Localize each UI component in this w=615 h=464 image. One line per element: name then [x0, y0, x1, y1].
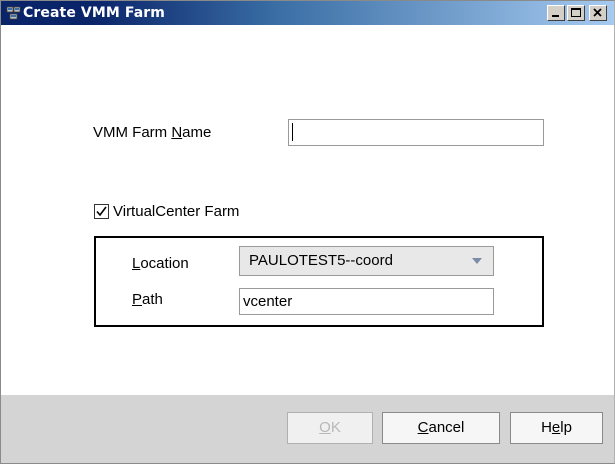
- location-label: Location: [132, 255, 189, 272]
- virtualcenter-checkbox[interactable]: [94, 204, 109, 219]
- title-bar[interactable]: Create VMM Farm: [1, 1, 614, 25]
- farm-name-label: VMM Farm Name: [93, 124, 212, 141]
- help-button[interactable]: Help: [510, 412, 603, 444]
- minimize-button[interactable]: [547, 5, 565, 21]
- minimize-icon: [552, 15, 559, 17]
- maximize-button[interactable]: [567, 5, 585, 21]
- cancel-button[interactable]: Cancel: [382, 412, 500, 444]
- virtualcenter-label: VirtualCenter Farm: [113, 203, 240, 220]
- ok-button[interactable]: OK: [287, 412, 373, 444]
- location-value: PAULOTEST5--coord: [249, 252, 393, 269]
- path-label: Path: [132, 291, 163, 308]
- maximize-icon: [571, 8, 581, 17]
- window-title: Create VMM Farm: [23, 5, 165, 21]
- location-dropdown[interactable]: PAULOTEST5--coord: [239, 246, 494, 276]
- farm-name-input[interactable]: [288, 119, 544, 146]
- text-caret: [292, 123, 293, 141]
- close-icon: [593, 8, 602, 17]
- create-vmm-farm-window: Create VMM Farm VMM Farm Name VirtualCen…: [0, 0, 615, 464]
- checkmark-icon: [96, 206, 107, 217]
- path-input[interactable]: vcenter: [239, 288, 494, 315]
- close-button[interactable]: [589, 5, 607, 21]
- chevron-down-icon: [472, 258, 482, 264]
- path-value: vcenter: [243, 293, 293, 310]
- cluster-app-icon: [6, 5, 22, 21]
